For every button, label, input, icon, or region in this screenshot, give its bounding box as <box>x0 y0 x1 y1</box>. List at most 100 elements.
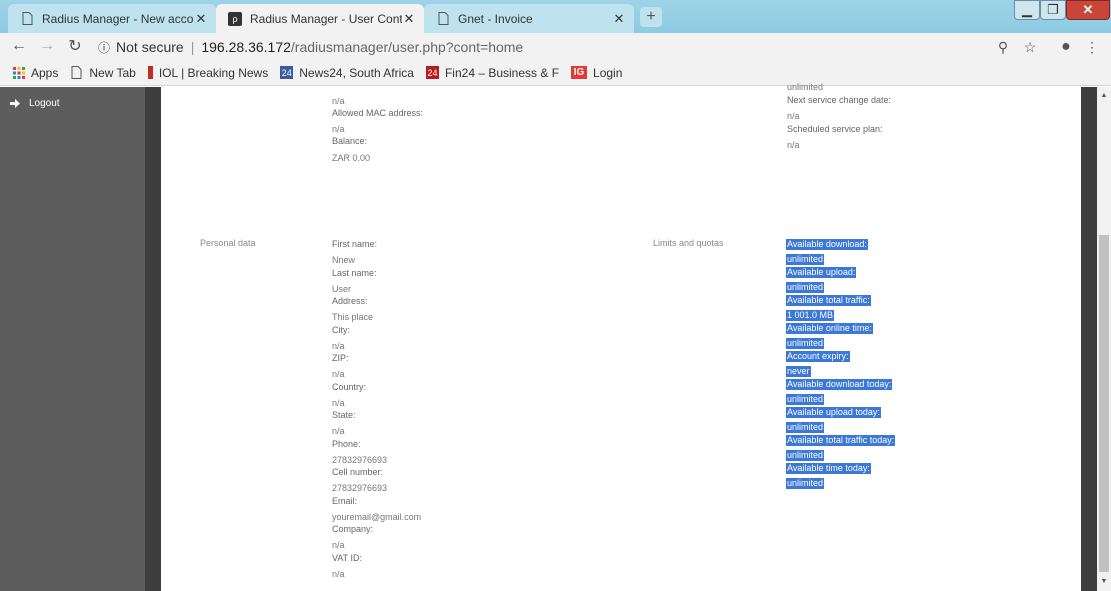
field-label: Available online time: <box>786 323 873 334</box>
bookmark-login[interactable]: IG Login <box>571 66 622 80</box>
mac-address-label: Allowed MAC address: <box>332 108 424 118</box>
field-value: n/a <box>332 568 345 579</box>
logout-link[interactable]: Logout <box>10 98 60 109</box>
menu-icon[interactable]: ⋮ <box>1082 37 1102 57</box>
logout-label: Logout <box>29 98 60 109</box>
minimize-button[interactable]: ▁ <box>1014 0 1040 20</box>
url-path: /radiusmanager/user.php?cont=home <box>290 39 524 55</box>
field-value: n/a <box>332 340 345 351</box>
bookmark-label: Login <box>593 65 623 80</box>
field-label: State: <box>332 410 356 420</box>
field-label: Available upload: <box>786 267 857 278</box>
bookmark-label: New Tab <box>89 65 136 80</box>
security-label: Not secure <box>116 39 184 55</box>
close-icon[interactable]: ✕ <box>612 11 626 27</box>
field-label: Available total traffic: <box>786 295 871 306</box>
back-arrow-icon[interactable]: ← <box>8 35 30 57</box>
field-value: n/a <box>332 96 345 106</box>
tab-label: Gnet - Invoice <box>458 11 533 26</box>
maximize-button[interactable]: ❐ <box>1040 0 1066 20</box>
bookmark-star-icon[interactable]: ☆ <box>1020 37 1040 57</box>
new-tab-button[interactable]: + <box>640 7 662 27</box>
field-label: Available total traffic today: <box>786 435 896 446</box>
personal-data-heading: Personal data <box>200 238 256 248</box>
info-icon[interactable]: ⓘ <box>98 39 110 56</box>
tab-label: Radius Manager - User Control P <box>250 11 402 26</box>
field-value: 27832976693 <box>332 454 388 465</box>
field-value: n/a <box>332 426 345 436</box>
next-service-change-value: n/a <box>787 111 800 121</box>
bookmark-fin24[interactable]: 24 Fin24 – Business & F <box>425 65 560 80</box>
window-close-button[interactable]: ✕ <box>1066 0 1110 20</box>
tab-gnet-invoice[interactable]: Gnet - Invoice ✕ <box>424 4 634 33</box>
field-label: Last name: <box>332 267 377 278</box>
field-label: Available upload today: <box>786 407 881 418</box>
scheduled-plan-label: Scheduled service plan: <box>787 124 883 134</box>
fin24-icon: 24 <box>425 66 439 79</box>
url-host: 196.28.36.172 <box>201 39 291 55</box>
tab-user-control[interactable]: ρ Radius Manager - User Control P ✕ <box>216 4 424 33</box>
news24-icon: 24 <box>280 66 294 79</box>
url-separator: | <box>190 39 195 55</box>
field-label: Phone: <box>332 438 361 449</box>
close-icon[interactable]: ✕ <box>402 11 416 27</box>
scheduled-plan-value: n/a <box>787 140 800 150</box>
profile-icon[interactable]: ● <box>1056 37 1076 57</box>
scrollbar-thumb[interactable] <box>1099 235 1109 572</box>
field-label: Available download today: <box>786 379 893 390</box>
page-icon <box>436 12 450 26</box>
bookmark-news24[interactable]: 24 News24, South Africa <box>280 66 414 80</box>
bookmark-apps[interactable]: Apps <box>12 66 58 80</box>
field-label: Cell number: <box>332 467 384 477</box>
browser-titlebar: Radius Manager - New account ✕ ρ Radius … <box>0 0 1111 33</box>
browser-toolbar: ← → ↻ ⓘ Not secure | 196.28.36.172/radiu… <box>0 33 1111 60</box>
field-value: User <box>332 283 352 294</box>
field-label: Available time today: <box>786 463 871 474</box>
field-label: Available download: <box>786 239 868 250</box>
page-icon <box>20 12 34 26</box>
field-label: Address: <box>332 296 368 306</box>
limits-quotas-heading: Limits and quotas <box>653 238 724 248</box>
field-value: youremail@gmail.com <box>332 511 422 522</box>
field-label: Account expiry: <box>786 351 850 362</box>
field-value: n/a <box>332 369 345 379</box>
page-icon <box>70 66 83 79</box>
field-value: 1 001.0 MB <box>786 310 835 321</box>
field-label: Country: <box>332 381 367 392</box>
field-label: First name: <box>332 239 378 249</box>
close-icon[interactable]: ✕ <box>194 11 208 27</box>
right-gutter <box>1081 87 1097 591</box>
main-content: n/a Allowed MAC address: n/a Balance: ZA… <box>161 82 1081 591</box>
field-value: unlimited <box>786 254 825 265</box>
scroll-down-arrow-icon[interactable]: ▼ <box>1097 575 1111 589</box>
scrollbar[interactable]: ▲ ▼ <box>1097 87 1111 591</box>
bookmark-label: Fin24 – Business & F <box>444 65 560 80</box>
ig-icon: IG <box>571 66 588 79</box>
forward-arrow-icon[interactable]: → <box>36 35 58 57</box>
tab-new-account[interactable]: Radius Manager - New account ✕ <box>8 4 216 33</box>
field-label: Email: <box>332 495 358 506</box>
tab-label: Radius Manager - New account <box>42 11 194 26</box>
balance-label: Balance: <box>332 136 368 146</box>
bookmark-new-tab[interactable]: New Tab <box>70 65 136 80</box>
bookmark-label: IOL | Breaking News <box>158 65 269 80</box>
field-label: City: <box>332 324 350 335</box>
zoom-icon[interactable]: ⚲ <box>993 37 1013 57</box>
field-value: This place <box>332 312 374 322</box>
scroll-up-arrow-icon[interactable]: ▲ <box>1097 89 1111 103</box>
left-gutter <box>145 87 161 591</box>
bookmark-label: News24, South Africa <box>299 65 414 80</box>
field-label: ZIP: <box>332 353 349 363</box>
field-label: VAT ID: <box>332 552 363 563</box>
field-value: unlimited <box>786 338 825 349</box>
bookmarks-bar: Apps New Tab IOL | Breaking News 24 News… <box>0 60 1111 86</box>
field-value: unlimited <box>786 450 825 461</box>
field-value: Nnew <box>332 255 356 265</box>
bookmark-iol[interactable]: IOL | Breaking News <box>147 65 269 80</box>
reload-icon[interactable]: ↻ <box>64 35 86 57</box>
field-value: unlimited <box>786 282 825 293</box>
field-value: unlimited <box>786 394 825 405</box>
mac-address-value: n/a <box>332 124 345 134</box>
address-bar[interactable]: ⓘ Not secure | 196.28.36.172/radiusmanag… <box>98 37 523 57</box>
field-value: unlimited <box>786 422 825 433</box>
